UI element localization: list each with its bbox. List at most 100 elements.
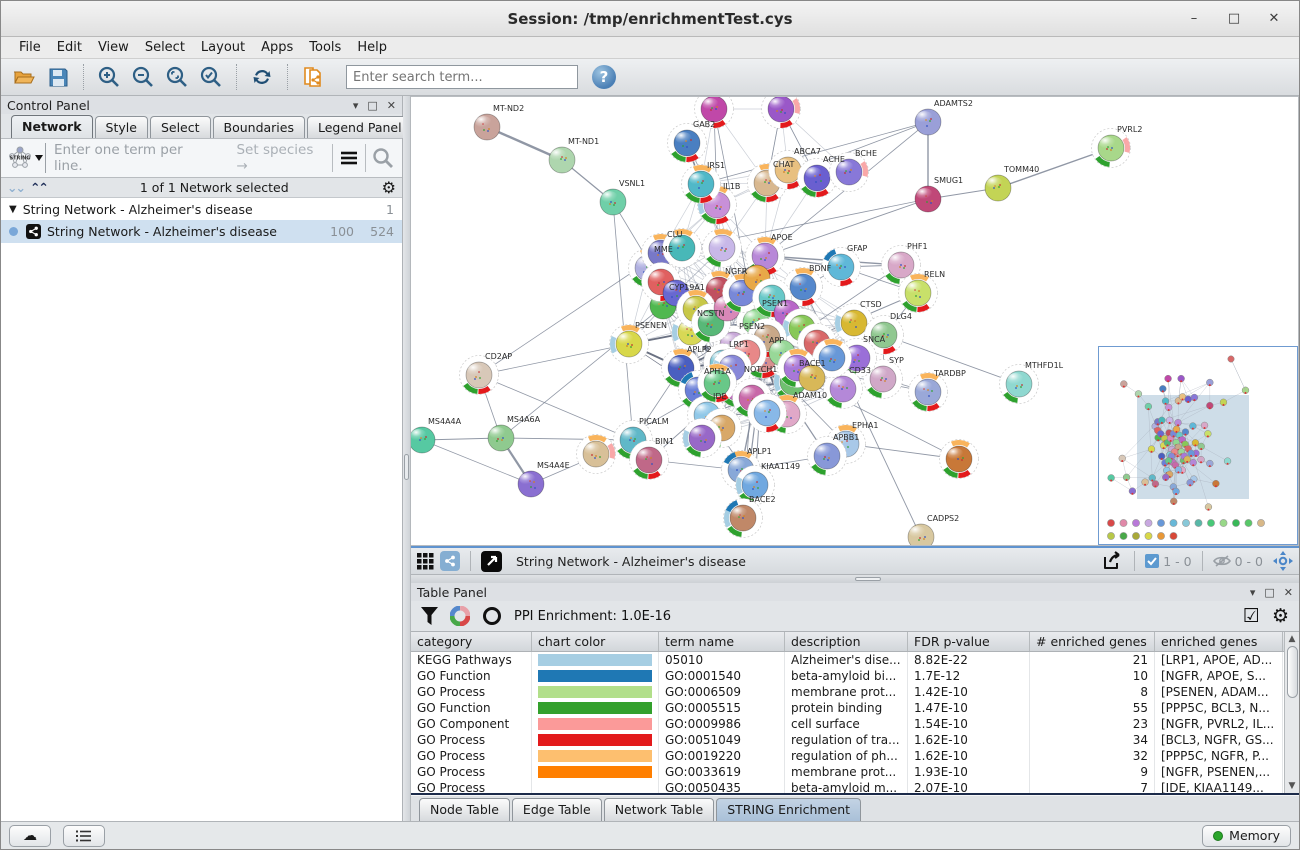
panel-menu-icon[interactable]: ▾: [1250, 586, 1256, 599]
table-row[interactable]: GO ProcessGO:0033619membrane prot...1.93…: [411, 764, 1284, 780]
network-node[interactable]: [915, 186, 941, 212]
tab-node-table[interactable]: Node Table: [419, 798, 510, 821]
menu-file[interactable]: File: [11, 38, 49, 57]
network-node[interactable]: [899, 274, 938, 313]
network-node[interactable]: [909, 373, 948, 412]
network-node[interactable]: [799, 365, 825, 391]
scroll-thumb[interactable]: [1287, 646, 1298, 698]
zoom-fit-button[interactable]: [162, 63, 192, 91]
network-node[interactable]: [748, 394, 787, 433]
panel-splitter[interactable]: [403, 96, 411, 821]
detach-view-icon[interactable]: [481, 551, 502, 572]
set-species-hint[interactable]: Set species →: [236, 142, 326, 174]
menu-tools[interactable]: Tools: [301, 38, 349, 57]
network-node[interactable]: [630, 441, 669, 480]
string-search-icon[interactable]: [372, 147, 394, 169]
menu-view[interactable]: View: [90, 38, 137, 57]
network-node[interactable]: [474, 114, 500, 140]
tab-style[interactable]: Style: [95, 116, 148, 138]
cloud-button[interactable]: ☁: [9, 825, 51, 847]
search-input[interactable]: [346, 65, 578, 89]
menu-help[interactable]: Help: [349, 38, 395, 57]
tab-string-enrichment[interactable]: STRING Enrichment: [716, 798, 861, 821]
network-options-gear-icon[interactable]: ⚙: [382, 178, 396, 197]
collapse-all-icon[interactable]: ⌃⌃: [30, 180, 47, 195]
network-node[interactable]: [600, 189, 626, 215]
panel-close-icon[interactable]: ✕: [387, 99, 396, 112]
network-share-icon[interactable]: [440, 551, 460, 571]
table-row[interactable]: GO FunctionGO:0005515protein binding1.47…: [411, 700, 1284, 716]
table-row[interactable]: GO FunctionGO:0001540beta-amyloid bi...1…: [411, 668, 1284, 684]
column-header-enriched-genes[interactable]: enriched genes: [1155, 632, 1283, 651]
column-header-category[interactable]: category: [411, 632, 532, 651]
menu-select[interactable]: Select: [137, 38, 193, 57]
enrichment-chart-icon[interactable]: [450, 606, 470, 626]
network-node[interactable]: [488, 425, 514, 451]
export-network-icon[interactable]: [1102, 551, 1124, 571]
zoom-in-button[interactable]: [94, 63, 124, 91]
close-button[interactable]: ✕: [1267, 11, 1281, 26]
network-node[interactable]: [518, 471, 544, 497]
refresh-button[interactable]: [247, 63, 277, 91]
tab-select[interactable]: Select: [150, 116, 211, 138]
column-header-FDR-p-value[interactable]: FDR p-value: [908, 632, 1030, 651]
tab-legend-panel[interactable]: Legend Panel: [307, 116, 413, 138]
grid-view-icon[interactable]: [417, 553, 434, 570]
table-splitter[interactable]: [411, 575, 1299, 583]
column-header-description[interactable]: description: [785, 632, 908, 651]
tab-edge-table[interactable]: Edge Table: [512, 798, 602, 821]
table-row[interactable]: GO ProcessGO:0006509membrane prot...1.42…: [411, 684, 1284, 700]
panel-float-icon[interactable]: □: [367, 99, 377, 112]
menu-apps[interactable]: Apps: [253, 38, 301, 57]
collapse-triangle-icon[interactable]: ▼: [9, 204, 17, 215]
tab-network-table[interactable]: Network Table: [604, 798, 715, 821]
table-scrollbar[interactable]: ▲ ▼: [1284, 632, 1299, 793]
network-node[interactable]: [724, 499, 763, 538]
table-splitter-grip[interactable]: [855, 577, 881, 581]
tab-boundaries[interactable]: Boundaries: [213, 116, 305, 138]
table-row[interactable]: GO ComponentGO:0009986cell surface1.54E-…: [411, 716, 1284, 732]
maximize-button[interactable]: □: [1227, 11, 1241, 26]
column-header-term-name[interactable]: term name: [659, 632, 785, 651]
network-node[interactable]: [610, 325, 649, 364]
zoom-out-button[interactable]: [128, 63, 158, 91]
network-node[interactable]: [668, 124, 707, 163]
network-node[interactable]: [411, 427, 435, 453]
network-node[interactable]: [985, 175, 1011, 201]
tab-network[interactable]: Network: [11, 115, 93, 138]
string-query-input[interactable]: Enter one term per line. Set species →: [45, 143, 326, 173]
network-node[interactable]: [808, 437, 847, 476]
birds-eye-view[interactable]: [1098, 346, 1298, 545]
expand-all-icon[interactable]: ⌄⌄: [7, 180, 24, 195]
network-node[interactable]: [682, 165, 721, 204]
network-node[interactable]: [549, 147, 575, 173]
network-collection-row[interactable]: ▼ String Network - Alzheimer's disease 1: [1, 198, 402, 220]
save-session-button[interactable]: [43, 63, 73, 91]
network-node[interactable]: [762, 97, 801, 129]
network-node[interactable]: [460, 356, 499, 395]
string-logo-icon[interactable]: STRING: [5, 145, 45, 171]
memory-button[interactable]: Memory: [1202, 825, 1291, 847]
select-columns-icon[interactable]: ☑: [1243, 605, 1260, 627]
column-header-chart-color[interactable]: chart color: [532, 632, 659, 651]
help-icon[interactable]: ?: [592, 65, 616, 89]
task-history-button[interactable]: [63, 825, 105, 847]
network-node[interactable]: [915, 109, 941, 135]
network-node[interactable]: [1000, 365, 1039, 404]
network-node[interactable]: [577, 435, 616, 474]
column-header--enriched-genes[interactable]: # enriched genes: [1030, 632, 1155, 651]
panel-float-icon[interactable]: □: [1264, 586, 1274, 599]
menu-edit[interactable]: Edit: [49, 38, 90, 57]
network-node[interactable]: [908, 524, 934, 545]
network-node[interactable]: [683, 419, 722, 458]
panel-menu-icon[interactable]: ▾: [353, 99, 359, 112]
network-row-selected[interactable]: String Network - Alzheimer's disease 100…: [1, 220, 402, 243]
network-node[interactable]: [703, 229, 742, 268]
filter-icon[interactable]: [421, 607, 438, 625]
table-settings-gear-icon[interactable]: ⚙: [1272, 605, 1289, 627]
table-row[interactable]: GO ProcessGO:0019220regulation of ph...1…: [411, 748, 1284, 764]
splitter-grip[interactable]: [404, 454, 409, 480]
table-row[interactable]: GO ProcessGO:0050435beta-amyloid m...2.0…: [411, 780, 1284, 795]
birds-eye-toggle-icon[interactable]: [1273, 551, 1293, 571]
network-node[interactable]: [940, 440, 979, 479]
